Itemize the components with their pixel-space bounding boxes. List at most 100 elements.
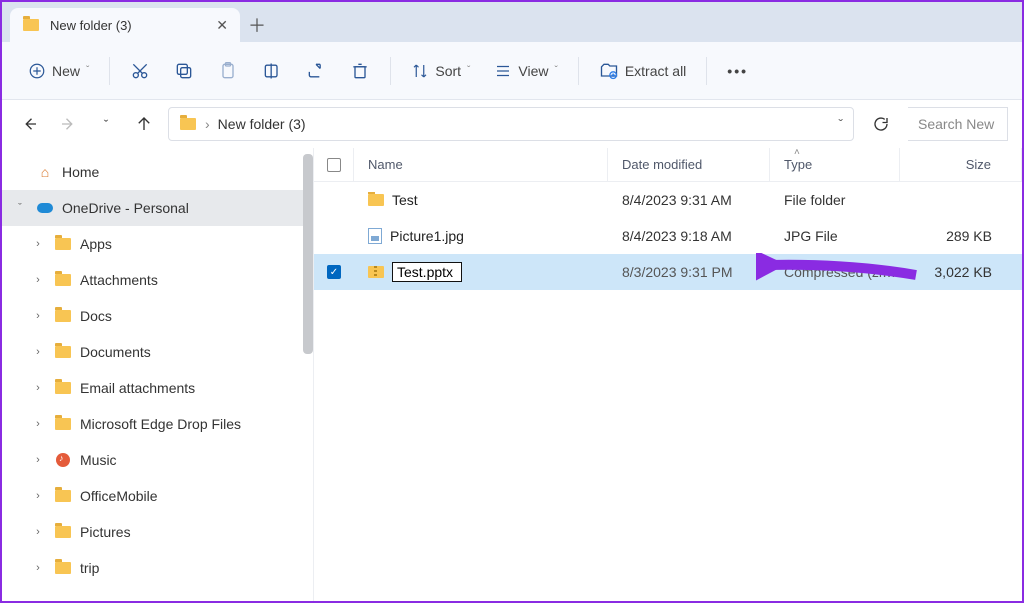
folder-icon [54,274,72,286]
folder-icon [368,194,384,206]
chevron-right-icon[interactable]: › [30,490,46,502]
chevron-right-icon[interactable]: › [30,238,46,250]
folder-icon [54,418,72,430]
sort-button[interactable]: Sort ˇ [401,53,480,89]
nav-item[interactable]: › trip [2,550,313,586]
rename-input[interactable] [392,262,462,282]
view-label: View [518,63,548,79]
share-button[interactable] [296,53,336,89]
nav-label: OfficeMobile [80,488,158,504]
file-name: Test [392,192,418,208]
cell-name[interactable] [354,262,608,282]
folder-icon [54,382,72,394]
chevron-down-icon: ˇ [86,65,89,76]
chevron-down-icon: ˇ [554,65,557,76]
breadcrumb-sep-icon: › [205,116,210,132]
nav-item[interactable]: › Docs [2,298,313,334]
forward-button[interactable] [54,110,82,138]
chevron-right-icon[interactable]: › [30,454,46,466]
view-button[interactable]: View ˇ [484,53,567,89]
window-tab[interactable]: New folder (3) ✕ [10,8,240,42]
scrollbar-thumb[interactable] [303,154,313,354]
paste-button[interactable] [208,53,248,89]
search-input[interactable]: Search New [908,107,1008,141]
nav-item[interactable]: ›Email attachments [2,370,313,406]
nav-label: Pictures [80,524,131,540]
nav-item[interactable]: › OfficeMobile [2,478,313,514]
nav-label: Attachments [80,272,158,288]
cut-button[interactable] [120,53,160,89]
nav-label: Microsoft Edge Drop Files [80,416,241,432]
chevron-down-icon[interactable]: ˇ [838,116,843,132]
nav-item[interactable]: › Music [2,442,313,478]
file-row[interactable]: ✓8/3/2023 9:31 PMCompressed (zipp...3,02… [314,254,1022,290]
folder-icon [179,118,197,130]
title-bar: New folder (3) ✕ ＋ [2,2,1022,42]
nav-item[interactable]: › Microsoft Edge Drop Files [2,406,313,442]
new-tab-button[interactable]: ＋ [240,8,274,42]
command-bar: New ˇ Sort ˇ View ˇ Extract all ••• [2,42,1022,100]
nav-onedrive[interactable]: ˇ OneDrive - Personal [2,190,313,226]
chevron-down-icon: ˇ [467,65,470,76]
cell-type: File folder [770,192,900,208]
column-type[interactable]: Type [770,148,900,181]
file-rows: Test 8/4/2023 9:31 AMFile folder Picture1.… [314,182,1022,601]
nav-label: OneDrive - Personal [62,200,189,216]
chevron-right-icon[interactable]: › [30,418,46,430]
cell-name[interactable]: Test [354,192,608,208]
chevron-right-icon[interactable]: › [30,526,46,538]
chevron-right-icon[interactable]: › [30,562,46,574]
copy-button[interactable] [164,53,204,89]
nav-item[interactable]: › Documents [2,334,313,370]
up-button[interactable] [130,110,158,138]
home-icon: ⌂ [36,164,54,180]
address-bar[interactable]: › New folder (3) ˇ [168,107,854,141]
address-bar-row: ˇ › New folder (3) ˇ Search New [2,100,1022,148]
recent-dropdown[interactable]: ˇ [92,110,120,138]
chevron-right-icon[interactable]: › [30,382,46,394]
chevron-right-icon[interactable]: › [30,310,46,322]
new-button[interactable]: New ˇ [18,53,99,89]
more-button[interactable]: ••• [717,53,758,89]
chevron-right-icon[interactable]: › [30,346,46,358]
nav-home[interactable]: ⌂ Home [2,154,313,190]
column-date[interactable]: Date modified [608,148,770,181]
delete-button[interactable] [340,53,380,89]
image-icon [368,228,382,244]
navigation-pane: ⌂ Home ˇ OneDrive - Personal ›Apps›Attac… [2,148,314,601]
file-name: Picture1.jpg [390,228,464,244]
nav-label: trip [80,560,99,576]
folder-icon [54,310,72,322]
folder-icon [54,562,72,574]
nav-label: Docs [80,308,112,324]
chevron-right-icon[interactable]: › [30,274,46,286]
folder-icon [54,238,72,250]
breadcrumb-segment[interactable]: New folder (3) [218,116,306,132]
select-all-checkbox[interactable] [314,148,354,181]
cell-date: 8/4/2023 9:18 AM [608,228,770,244]
nav-item[interactable]: › Pictures [2,514,313,550]
music-icon [54,453,72,467]
refresh-button[interactable] [864,107,898,141]
row-checkbox[interactable]: ✓ [314,265,354,279]
cell-name[interactable]: Picture1.jpg [354,228,608,244]
back-button[interactable] [16,110,44,138]
close-tab-icon[interactable]: ✕ [216,17,228,34]
nav-item[interactable]: ›Apps [2,226,313,262]
file-row[interactable]: Picture1.jpg8/4/2023 9:18 AMJPG File289 … [314,218,1022,254]
folder-icon [54,526,72,538]
file-list-pane: Name Date modified Type Size ˄ Test8/4/2… [314,148,1022,601]
file-row[interactable]: Test 8/4/2023 9:31 AMFile folder [314,182,1022,218]
nav-item[interactable]: › Attachments [2,262,313,298]
extract-all-button[interactable]: Extract all [589,53,696,89]
cell-size: 3,022 KB [900,264,1022,280]
column-size[interactable]: Size [900,148,1022,181]
chevron-down-icon[interactable]: ˇ [12,202,28,214]
separator [706,57,707,85]
cell-date: 8/4/2023 9:31 AM [608,192,770,208]
nav-label: Documents [80,344,151,360]
column-name[interactable]: Name [354,148,608,181]
rename-button[interactable] [252,53,292,89]
nav-label: Music [80,452,117,468]
cell-date: 8/3/2023 9:31 PM [608,264,770,280]
